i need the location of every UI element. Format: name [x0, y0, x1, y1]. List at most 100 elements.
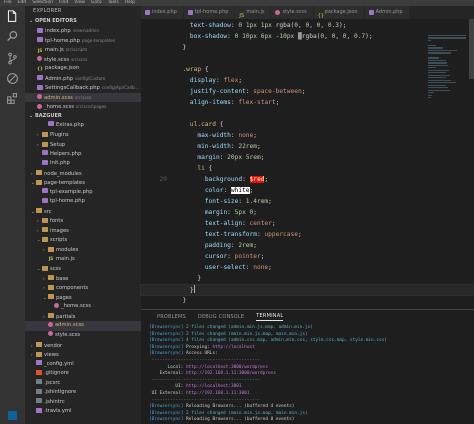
dot-file-icon — [36, 388, 42, 394]
open-editor-item[interactable]: index.php views\admin — [25, 26, 141, 36]
tree-folder[interactable]: › Setup — [25, 140, 141, 150]
file-path-hint: src\scss\pages — [75, 104, 107, 110]
tree-folder[interactable]: ⌄ scss — [25, 264, 141, 274]
tree-file[interactable]: tpl-example.php — [25, 188, 141, 198]
terminal-line: ----------------------------------------… — [149, 357, 261, 363]
file-name: src — [44, 208, 52, 215]
minimap[interactable] — [428, 35, 466, 305]
tree-file[interactable]: Init.php — [25, 159, 141, 169]
tree-file[interactable]: .gitignore — [25, 369, 141, 379]
debug-icon[interactable] — [6, 72, 19, 85]
open-editor-item[interactable]: JS main.js src\scripts — [25, 45, 141, 55]
yml-file-icon — [36, 360, 42, 366]
terminal-line: [Browsersync] Reloading Browsers... (buf… — [149, 404, 295, 410]
tree-folder[interactable]: › vendor — [25, 341, 141, 351]
tree-folder[interactable]: › modules — [25, 245, 141, 255]
panel-tab[interactable]: TERMINAL — [256, 313, 284, 321]
open-editor-item[interactable]: style.scss src\scss — [25, 55, 141, 65]
folder-file-icon — [48, 275, 54, 281]
tree-folder[interactable]: ⌄ pages — [25, 293, 141, 303]
open-editor-item[interactable]: {} package.json — [25, 64, 141, 74]
code-text: min-width: 22rem; — [197, 143, 261, 150]
tree-folder[interactable]: › base — [25, 274, 141, 284]
panel-tabs: PROBLEMS DEBUG CONSOLE TERMINAL — [141, 310, 474, 323]
editor-tab[interactable]: style.scss — [271, 6, 314, 19]
tree-file[interactable]: _home.scss — [25, 302, 141, 312]
code-text: } — [175, 275, 202, 282]
js-file-icon: JS — [48, 256, 54, 262]
tree-file[interactable]: .jshintrc — [25, 398, 141, 408]
tree-folder[interactable]: › node_modules — [25, 169, 141, 179]
file-name: scripts — [50, 237, 68, 244]
tree-folder[interactable]: › components — [25, 283, 141, 293]
code-line: user-select: none; — [141, 263, 474, 273]
minimap-line — [428, 62, 448, 64]
settings-gear-icon[interactable] — [8, 411, 17, 420]
code-line: text-align: center; — [141, 219, 474, 229]
tree-folder[interactable]: ⌄ scripts — [25, 235, 141, 245]
tree-file[interactable]: .jshintignore — [25, 388, 141, 398]
code-text: margin: 20px 5rem; — [197, 154, 265, 161]
panel-tab[interactable]: DEBUG CONSOLE — [198, 314, 244, 320]
extensions-icon[interactable] — [6, 92, 19, 105]
file-name: _home.scss — [61, 303, 91, 310]
search-icon[interactable] — [6, 30, 19, 43]
tree-folder[interactable]: › images — [25, 226, 141, 236]
minimap-line — [428, 72, 446, 74]
tree-folder[interactable]: › Plugins — [25, 130, 141, 140]
open-editor-item[interactable]: admin.scss src\scss — [25, 92, 141, 103]
code-text: } — [175, 297, 187, 304]
tree-file[interactable]: JS main.js — [25, 255, 141, 265]
tree-file[interactable]: .jscsrc — [25, 379, 141, 389]
file-name: Plugins — [50, 132, 69, 139]
code-editor[interactable]: text-shadow: 0 1px 1px rgba(0, 0, 0, 0.3… — [140, 19, 474, 309]
folder-file-icon — [42, 227, 48, 233]
editor-tab[interactable]: {} package.json — [313, 6, 365, 19]
tree-file[interactable]: Helpers.php — [25, 150, 141, 160]
file-path-hint: src\scripts — [65, 47, 88, 53]
tree-folder[interactable]: ⌄ src — [25, 207, 141, 217]
tree-folder[interactable]: ⌄ page-templates — [25, 178, 141, 188]
explorer-sidebar: EXPLORER ⌄ OPEN EDITORS index.php views\ad… — [25, 6, 141, 424]
file-name: package.json — [45, 65, 80, 72]
code-line: text-shadow: 0 1px 1px rgba(0, 0, 0, 0.3… — [141, 21, 474, 31]
json-file-icon: {} — [37, 65, 43, 71]
file-name: tpl-home.php — [45, 37, 80, 44]
terminal-line: [Browsersync] 4 files changed (admin.css… — [149, 338, 387, 344]
folder-file-icon — [48, 313, 54, 319]
open-editors-header[interactable]: ⌄ OPEN EDITORS — [25, 17, 141, 26]
open-editor-item[interactable]: SettingsCallback.php config\Api\Callb... — [25, 83, 141, 93]
files-icon[interactable] — [6, 10, 19, 23]
editor-tab[interactable]: tpl-home.php — [183, 6, 236, 19]
open-editor-item[interactable]: tpl-home.php page-templates — [25, 36, 141, 46]
editor-tab[interactable]: Admin.php — [364, 6, 410, 19]
tree-folder[interactable]: › partials — [25, 312, 141, 322]
terminal-line: [Browsersync] 2 files changed (admin.min… — [149, 325, 313, 330]
tab-label: style.scss — [282, 9, 307, 15]
tree-file[interactable]: _config.yml — [25, 360, 141, 370]
folder-file-icon — [36, 208, 42, 214]
tree-folder[interactable]: › fonts — [25, 216, 141, 226]
editor-tab[interactable]: index.php — [141, 6, 184, 19]
tree-file[interactable]: admin.scss — [25, 321, 141, 331]
tree-file[interactable]: style.scss — [25, 331, 141, 341]
open-editor-item[interactable]: Admin.php config\Custom — [25, 74, 141, 84]
folder-file-icon — [48, 294, 54, 300]
tree-file[interactable]: .travis.yml — [25, 407, 141, 417]
php-file-icon — [42, 197, 48, 203]
editor-scrollbar[interactable] — [469, 19, 474, 79]
tree-file[interactable]: tpl-home.php — [25, 197, 141, 207]
panel-tab[interactable]: PROBLEMS — [157, 314, 186, 320]
folder-file-icon — [42, 217, 48, 223]
project-header[interactable]: ⌄ BAZGUER — [25, 112, 141, 121]
editor-tab[interactable]: JS main.js — [235, 6, 272, 19]
tree-file[interactable]: Extras.php — [25, 121, 141, 131]
open-editor-item[interactable]: _home.scss src\scss\pages — [25, 102, 141, 112]
minimap-line — [428, 52, 452, 54]
minimap-line — [428, 77, 447, 79]
code-text: margin: 5px 0; — [204, 209, 258, 216]
tree-folder[interactable]: › views — [25, 350, 141, 360]
source-control-icon[interactable] — [6, 52, 19, 65]
terminal[interactable]: [Browsersync] 2 files changed (admin.min… — [149, 325, 469, 424]
